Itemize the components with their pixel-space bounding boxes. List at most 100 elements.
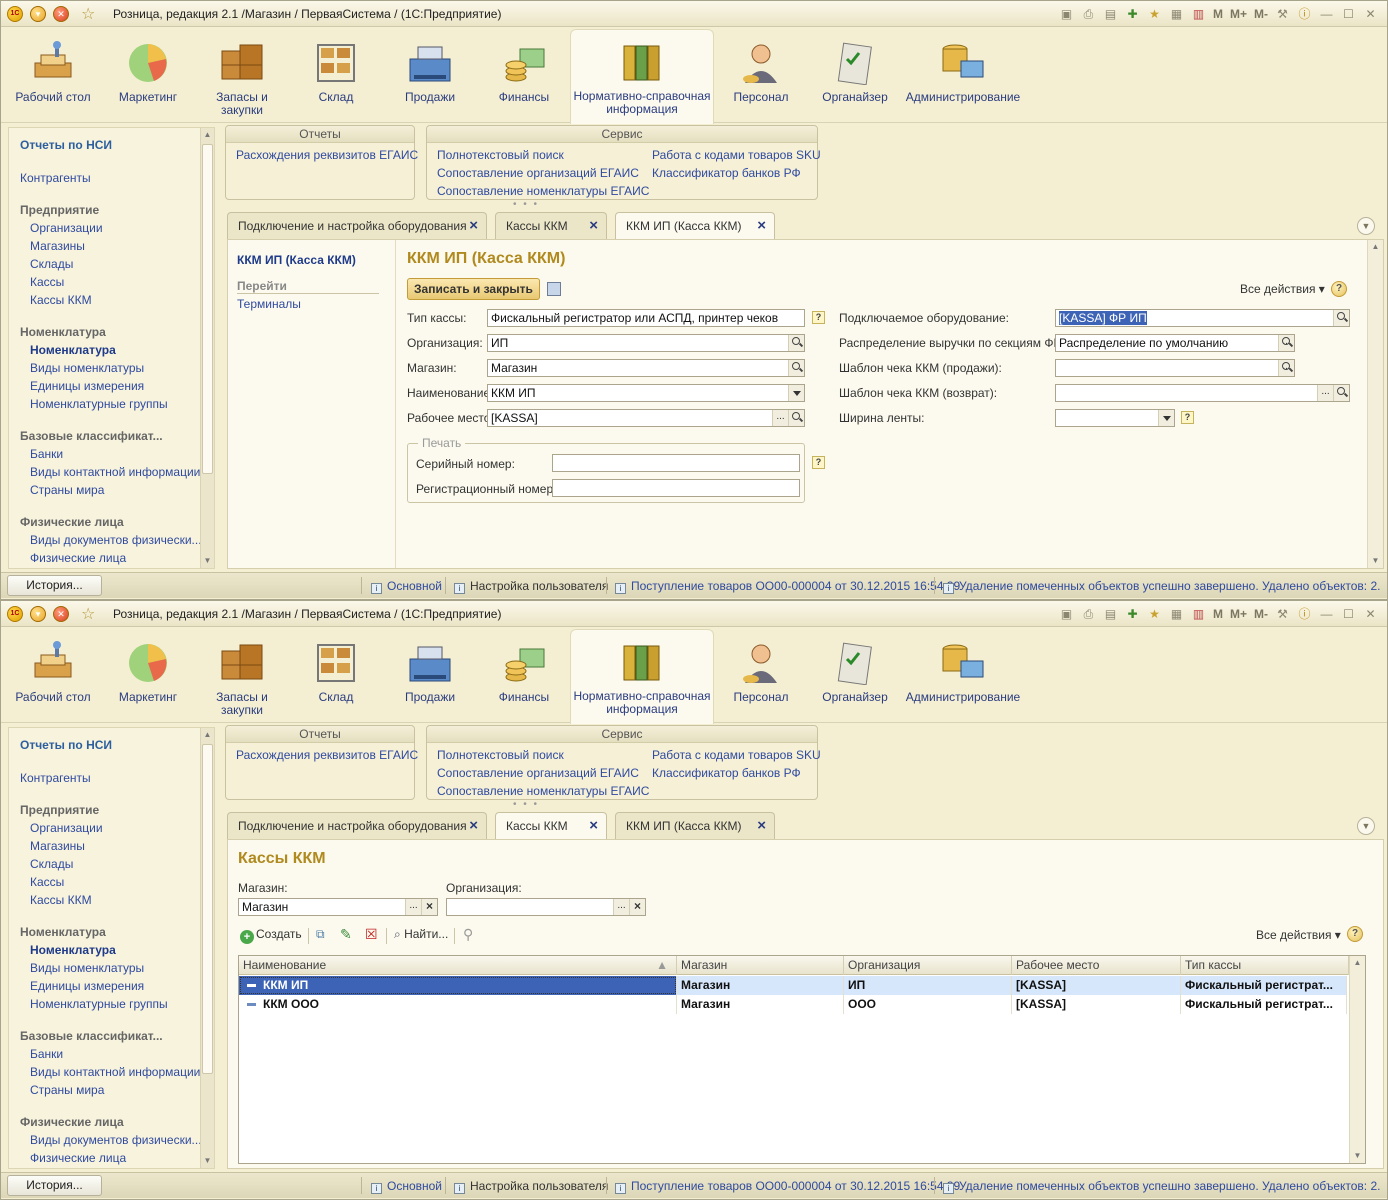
print-icon[interactable]: ⎙ <box>1080 6 1097 23</box>
equipment-field[interactable]: [KASSA] ФР ИП <box>1055 309 1350 327</box>
sidebar-item-countries[interactable]: Страны мира <box>30 483 104 497</box>
search-icon[interactable] <box>788 360 804 376</box>
preview-icon[interactable]: ▤ <box>1102 606 1119 623</box>
tape-width-field[interactable] <box>1055 409 1175 427</box>
edit-icon[interactable]: ✎ <box>340 926 352 943</box>
status-deletion[interactable]: i Удаление помеченных объектов успешно за… <box>943 579 1380 594</box>
section-finance[interactable]: Финансы <box>476 631 572 704</box>
calculator-icon[interactable]: ▦ <box>1168 6 1185 23</box>
section-desktop[interactable]: Рабочий стол <box>5 31 101 104</box>
status-user-settings[interactable]: i Настройка пользователя <box>454 1179 608 1194</box>
store-field[interactable]: Магазин <box>487 359 805 377</box>
close-circle-icon[interactable]: ✕ <box>53 606 69 622</box>
scroll-down-icon[interactable]: ▼ <box>201 1154 214 1168</box>
section-organizer[interactable]: Органайзер <box>807 631 903 704</box>
memory-m-button[interactable]: M <box>1212 606 1224 623</box>
section-marketing[interactable]: Маркетинг <box>100 31 196 104</box>
table-cell[interactable]: [KASSA] <box>1012 976 1181 995</box>
close-icon[interactable]: × <box>469 813 478 839</box>
scroll-up-icon[interactable]: ▲ <box>201 728 214 742</box>
sidebar-item-contact-types[interactable]: Виды контактной информации <box>30 1065 200 1079</box>
sidebar-item-units[interactable]: Единицы измерения <box>30 979 144 993</box>
section-desktop[interactable]: Рабочий стол <box>5 631 101 704</box>
form-nav-title[interactable]: ККМ ИП (Касса ККМ) <box>237 253 356 267</box>
sidebar-item-stores[interactable]: Магазины <box>30 839 85 853</box>
sidebar-item-contact-types[interactable]: Виды контактной информации <box>30 465 200 479</box>
scroll-down-icon[interactable]: ▼ <box>1368 554 1383 568</box>
find-button[interactable]: ⌕ Найти... <box>394 927 448 942</box>
sidebar-item-nomenclature-groups[interactable]: Номенклатурные группы <box>30 397 168 411</box>
save-icon[interactable]: ▣ <box>1058 606 1075 623</box>
section-personnel[interactable]: Персонал <box>713 631 809 704</box>
receipt-template-return-field[interactable]: ... <box>1055 384 1350 402</box>
table-cell[interactable]: ИП <box>844 976 1012 995</box>
sidebar-item-nomenclature-types[interactable]: Виды номенклатуры <box>30 361 144 375</box>
close-button[interactable]: ✕ <box>1362 606 1379 623</box>
table-cell[interactable]: [KASSA] <box>1012 995 1181 1014</box>
sidebar-item-cashboxes[interactable]: Кассы <box>30 275 64 289</box>
scroll-up-icon[interactable]: ▲ <box>1350 956 1365 970</box>
splitter-handle[interactable]: • • • <box>513 199 539 210</box>
sidebar-item-counterparties[interactable]: Контрагенты <box>20 771 91 785</box>
sidebar-scrollbar[interactable]: ▲ ▼ <box>200 728 214 1168</box>
tab-equipment[interactable]: Подключение и настройка оборудования × <box>227 212 487 240</box>
status-main[interactable]: i Основной <box>371 1179 442 1194</box>
help-icon[interactable]: ? <box>1347 926 1363 942</box>
table-cell[interactable]: Магазин <box>677 976 844 995</box>
search-icon[interactable] <box>788 335 804 351</box>
save-icon[interactable] <box>547 282 561 296</box>
section-administration[interactable]: Администрирование <box>901 31 1025 104</box>
hint-icon[interactable]: ? <box>812 456 825 469</box>
calendar-icon[interactable]: ▥ <box>1190 6 1207 23</box>
create-button[interactable]: + Создать <box>240 927 302 944</box>
scroll-up-icon[interactable]: ▲ <box>201 128 214 142</box>
service-sku-codes[interactable]: Работа с кодами товаров SKU <box>652 748 821 762</box>
section-reference-info[interactable]: Нормативно-справочная информация <box>570 29 714 124</box>
copy-icon[interactable]: ⧉ <box>316 927 325 942</box>
tools-icon[interactable]: ⚒ <box>1274 606 1291 623</box>
section-marketing[interactable]: Маркетинг <box>100 631 196 704</box>
serial-number-field[interactable] <box>552 454 800 472</box>
favorites-star-icon[interactable]: ☆ <box>81 4 95 24</box>
history-button[interactable]: История... <box>7 1175 102 1196</box>
favorites-star-icon[interactable]: ☆ <box>81 604 95 624</box>
form-scrollbar[interactable]: ▲ ▼ <box>1367 240 1383 568</box>
sidebar-item-countries[interactable]: Страны мира <box>30 1083 104 1097</box>
table-cell[interactable]: Фискальный регистрат... <box>1181 976 1347 995</box>
sidebar-reports-header[interactable]: Отчеты по НСИ <box>20 138 112 152</box>
hint-icon[interactable]: ? <box>812 311 825 324</box>
revenue-distribution-field[interactable]: Распределение по умолчанию... <box>1055 334 1295 352</box>
section-warehouse[interactable]: Склад <box>288 631 384 704</box>
info-icon[interactable]: ⓘ <box>1296 6 1313 23</box>
search-icon[interactable] <box>1333 385 1349 401</box>
sidebar-item-nomenclature-groups[interactable]: Номенклатурные группы <box>30 997 168 1011</box>
sidebar-item-cashboxes[interactable]: Кассы <box>30 875 64 889</box>
column-header-workplace[interactable]: Рабочее место <box>1012 956 1181 975</box>
save-icon[interactable]: ▣ <box>1058 6 1075 23</box>
chevron-down-icon[interactable]: ▼ <box>1357 817 1375 835</box>
search-icon[interactable] <box>1279 335 1295 351</box>
sidebar-item-nomenclature-types[interactable]: Виды номенклатуры <box>30 961 144 975</box>
clear-icon[interactable]: × <box>629 899 645 915</box>
chevron-down-icon[interactable] <box>1158 410 1174 426</box>
name-field[interactable]: ККМ ИП <box>487 384 805 402</box>
tab-kkm-ip[interactable]: ККМ ИП (Касса ККМ) × <box>615 212 775 240</box>
section-stocks[interactable]: Запасы и закупки <box>194 31 290 117</box>
ellipsis-icon[interactable]: ... <box>405 899 421 915</box>
add-favorite-icon[interactable]: ✚ <box>1124 6 1141 23</box>
tab-kkm-list[interactable]: Кассы ККМ × <box>495 812 607 840</box>
organization-field[interactable]: ИП <box>487 334 805 352</box>
table-cell[interactable]: ККМ ИП <box>239 976 677 995</box>
scroll-thumb[interactable] <box>202 744 213 1074</box>
section-sales[interactable]: Продажи <box>382 31 478 104</box>
close-icon[interactable]: × <box>757 813 766 839</box>
maximize-button[interactable]: ☐ <box>1340 606 1357 623</box>
table-scrollbar[interactable]: ▲ ▼ <box>1349 956 1365 1163</box>
close-icon[interactable]: × <box>757 213 766 239</box>
service-bank-classifier[interactable]: Классификатор банков РФ <box>652 766 801 780</box>
status-deletion[interactable]: i Удаление помеченных объектов успешно за… <box>943 1179 1380 1194</box>
save-close-button[interactable]: Записать и закрыть <box>407 278 540 300</box>
sidebar-reports-header[interactable]: Отчеты по НСИ <box>20 738 112 752</box>
service-sku-codes[interactable]: Работа с кодами товаров SKU <box>652 148 821 162</box>
service-bank-classifier[interactable]: Классификатор банков РФ <box>652 166 801 180</box>
